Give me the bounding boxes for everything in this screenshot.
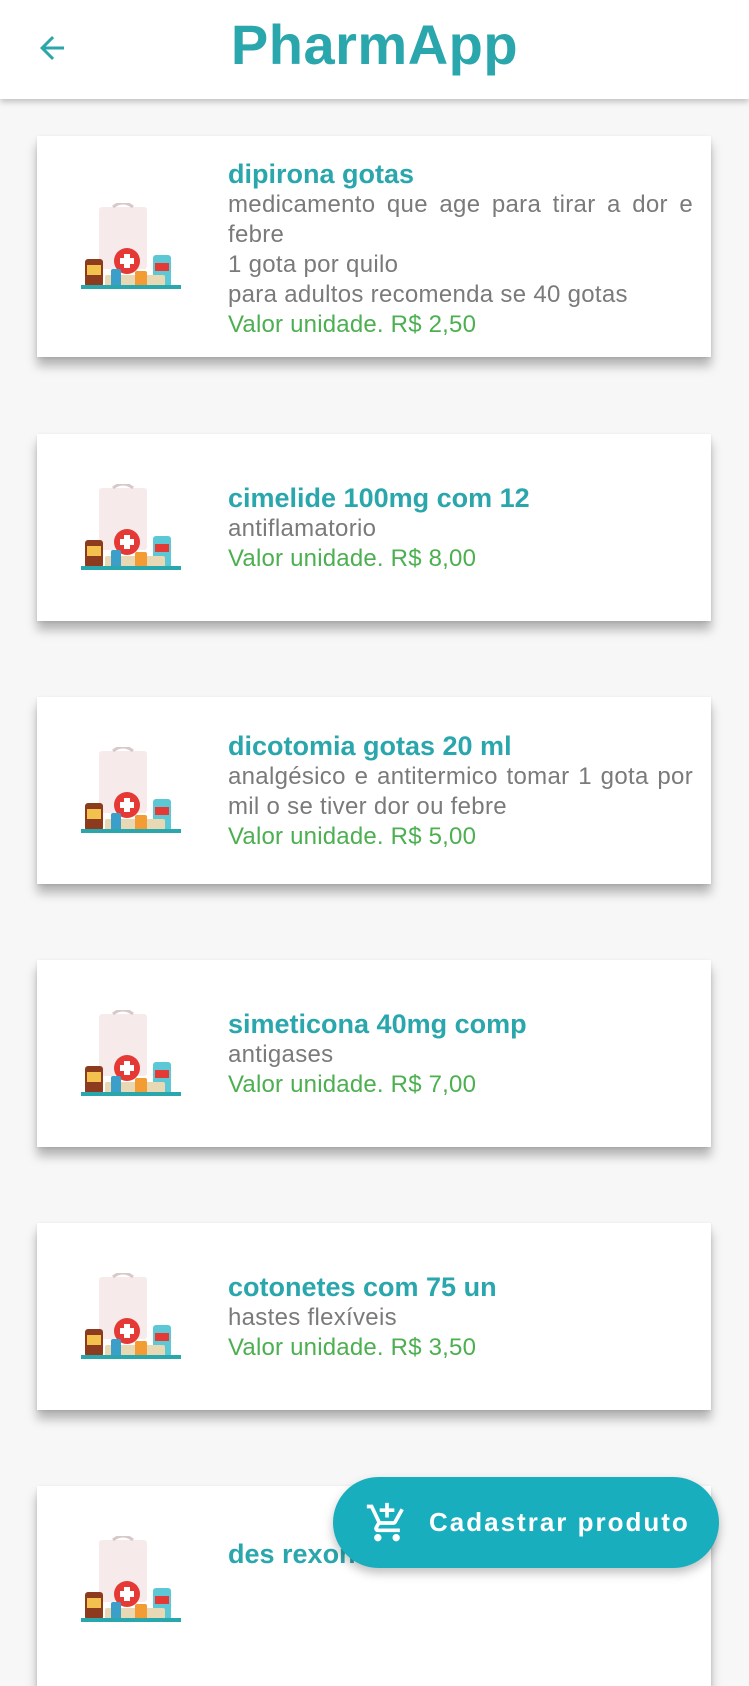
add-shopping-cart-icon [366,1502,404,1541]
product-card[interactable]: simeticona 40mg comp antigases Valor uni… [37,960,711,1147]
product-description: medicamento que age para tirar a dor e f… [228,191,693,308]
product-description: hastes flexíveis [228,1304,397,1331]
product-name: cimelide 100mg com 12 [228,483,530,513]
add-product-button[interactable]: Cadastrar produto [333,1477,719,1568]
product-name: cotonetes com 75 un [228,1272,497,1302]
product-description: analgésico e antitermico tomar 1 gota po… [228,763,693,820]
product-price: Valor unidade. R$ 7,00 [228,1071,477,1098]
product-description: antiflamatorio [228,515,377,542]
app-bar: PharmApp [0,0,749,99]
product-name: dipirona gotas [228,159,415,189]
add-product-label: Cadastrar produto [429,1507,690,1537]
pharmacy-products-icon [81,1010,181,1096]
product-price: Valor unidade. R$ 3,50 [228,1334,477,1361]
product-card[interactable]: cimelide 100mg com 12 antiflamatorio Val… [37,434,711,621]
pharmacy-products-icon [81,747,181,833]
product-price: Valor unidade. R$ 5,00 [228,823,477,850]
product-card[interactable]: cotonetes com 75 un hastes flexíveis Val… [37,1223,711,1410]
product-card[interactable]: dipirona gotas medicamento que age para … [37,136,711,357]
product-price: Valor unidade. R$ 2,50 [228,311,477,338]
product-description: antigases [228,1041,334,1068]
app-title: PharmApp [230,13,519,76]
product-name: simeticona 40mg comp [228,1009,527,1039]
pharmacy-products-icon [81,484,181,570]
pharmacy-products-icon [81,203,181,289]
product-price: Valor unidade. R$ 8,00 [228,545,477,572]
product-card[interactable]: dicotomia gotas 20 ml analgésico e antit… [37,697,711,884]
product-name: dicotomia gotas 20 ml [228,731,512,761]
pharmacy-products-icon [81,1536,181,1622]
pharmacy-products-icon [81,1273,181,1359]
